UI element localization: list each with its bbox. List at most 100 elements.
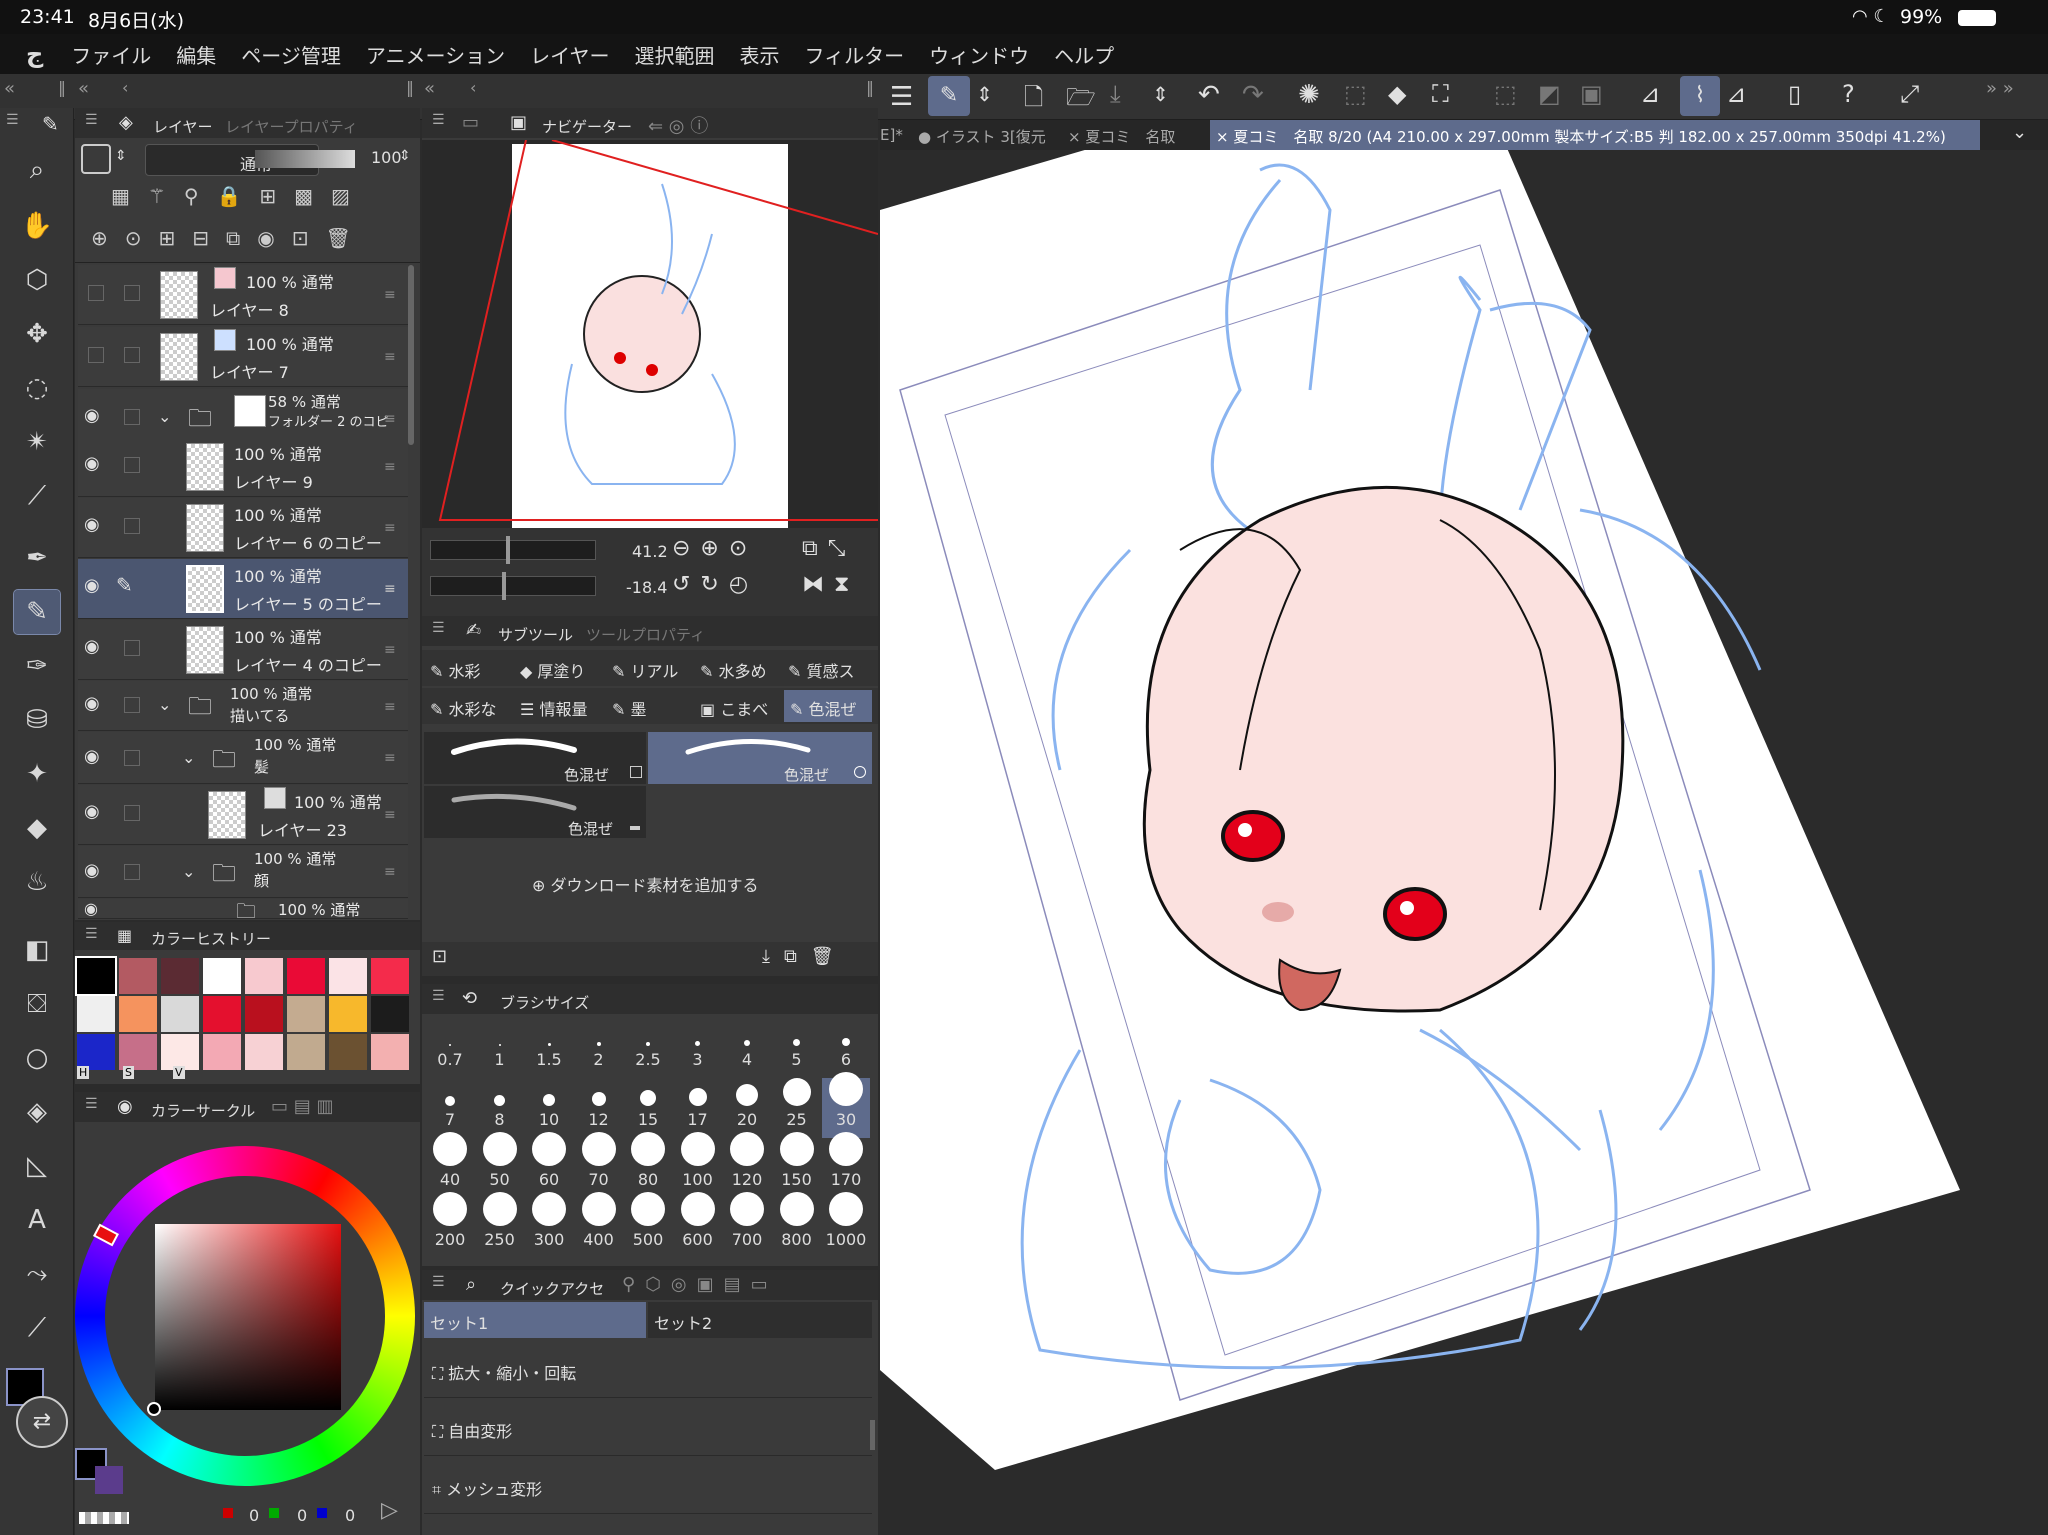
drag-handle-icon[interactable]: ≡: [384, 349, 396, 365]
brush-icon[interactable]: ✑: [14, 644, 60, 688]
color-swatch[interactable]: [287, 1034, 325, 1070]
eyedropper-icon[interactable]: ⟋: [14, 474, 60, 518]
layer-lock-toolbar[interactable]: ▦⚚⚲🔒⊞▩▨: [111, 184, 368, 208]
qa-item-mesh-transform[interactable]: ⌗ メッシュ変形: [424, 1458, 872, 1514]
color-swatch[interactable]: [329, 1034, 367, 1070]
doc-tab-partial[interactable]: E]*: [880, 126, 903, 144]
drag-handle-icon[interactable]: ≡: [384, 642, 396, 658]
tab-subtool[interactable]: サブツール: [498, 624, 573, 645]
fill-bucket-icon[interactable]: ◈: [14, 1090, 60, 1134]
invert-selection-icon[interactable]: ◩: [1538, 80, 1561, 108]
brush-size-option[interactable]: 7: [426, 1078, 474, 1138]
decoration-icon[interactable]: ✦: [14, 752, 60, 796]
lock-checkbox[interactable]: [124, 697, 140, 713]
canvas-tab-icon[interactable]: ▭: [462, 112, 479, 133]
brush-snap-icon[interactable]: ⌇: [1680, 76, 1720, 116]
updown-icon[interactable]: ⇕: [976, 82, 993, 106]
folder-row[interactable]: ◉ ⌄ 🗀 100 % 通常 顔 ≡: [78, 846, 408, 898]
collapse-right-icon[interactable]: » »: [1986, 78, 2014, 99]
subtool-settings-icon[interactable]: ⊡: [432, 946, 447, 967]
lock-checkbox[interactable]: [124, 457, 140, 473]
color-swatch[interactable]: [245, 958, 283, 994]
chevron-down-icon[interactable]: ⌄: [182, 748, 195, 767]
subtool-watercolor[interactable]: ✎ 水彩: [430, 658, 481, 682]
subtool-texture[interactable]: ✎ 質感ス: [788, 658, 855, 682]
tab-layer[interactable]: レイヤー: [153, 116, 213, 137]
clear-selection-icon[interactable]: ⬚: [1344, 80, 1367, 108]
tab-layer-property[interactable]: レイヤープロパティ: [225, 116, 358, 137]
subtool-komabe[interactable]: ▣ こまべ: [700, 696, 768, 720]
brush-size-option[interactable]: 30: [822, 1072, 870, 1138]
collapse-icon[interactable]: «: [78, 78, 89, 99]
frame-icon[interactable]: ⛋: [14, 982, 60, 1026]
updown-icon[interactable]: ⇕: [399, 148, 411, 164]
brush-size-option[interactable]: 1000: [822, 1192, 870, 1258]
device-icon[interactable]: ▯: [1788, 80, 1801, 108]
menu-page[interactable]: ページ管理: [241, 40, 341, 69]
brush-size-option[interactable]: 700: [723, 1192, 771, 1258]
drag-handle-icon[interactable]: ≡: [384, 287, 396, 303]
opacity-value[interactable]: 100: [371, 148, 402, 167]
brush-size-option[interactable]: 5: [773, 1018, 821, 1078]
eraser-icon[interactable]: ◆: [14, 806, 60, 850]
brush-size-option[interactable]: 3: [674, 1018, 722, 1078]
rotate-slider-thumb[interactable]: [502, 572, 506, 600]
rotate-buttons[interactable]: ↺↻◴: [672, 572, 758, 597]
updown-icon[interactable]: ⇕: [115, 148, 127, 164]
drag-handle-icon[interactable]: ≡: [384, 699, 396, 715]
color-swatch[interactable]: [119, 996, 157, 1032]
panel-menu-icon[interactable]: ☰: [432, 112, 445, 128]
color-swatch[interactable]: [161, 1034, 199, 1070]
eye-icon[interactable]: ◉: [84, 860, 100, 881]
menu-edit[interactable]: 編集: [176, 40, 216, 69]
brush-size-option[interactable]: 1.5: [525, 1018, 573, 1078]
color-swatch[interactable]: [75, 956, 117, 996]
app-logo-icon[interactable]: ج: [26, 40, 43, 68]
rotate-slider[interactable]: [430, 576, 596, 596]
edit-mode-icon[interactable]: ✎: [928, 76, 970, 116]
eye-icon[interactable]: ◉: [84, 746, 100, 767]
layer-row[interactable]: 100 % 通常 レイヤー 8 ≡: [78, 265, 408, 325]
collapse-icon[interactable]: «: [424, 78, 435, 99]
tab-set1[interactable]: セット1: [424, 1302, 646, 1338]
brush-item[interactable]: 色混ぜ: [424, 786, 646, 838]
layer-row[interactable]: ◉ 100 % 通常 レイヤー 23 ≡: [78, 785, 408, 845]
lock-checkbox[interactable]: [124, 864, 140, 880]
brush-size-option[interactable]: 4: [723, 1018, 771, 1078]
subtool-blend-selected[interactable]: ✎ 色混ぜ: [784, 690, 872, 722]
doc-tab-active[interactable]: × 夏コミ 名取 8/20 (A4 210.00 x 297.00mm 製本サイ…: [1210, 120, 1980, 150]
panel-menu-icon[interactable]: ☰: [6, 112, 19, 128]
visibility-checkbox[interactable]: [88, 285, 104, 301]
visibility-checkbox[interactable]: [88, 347, 104, 363]
eye-icon[interactable]: ◉: [84, 575, 100, 596]
brush-size-option[interactable]: 60: [525, 1132, 573, 1198]
lock-checkbox[interactable]: [124, 285, 140, 301]
color-swatch[interactable]: [329, 958, 367, 994]
magic-wand-icon[interactable]: ✴: [14, 420, 60, 464]
brush-size-option[interactable]: 170: [822, 1132, 870, 1198]
color-swatch[interactable]: [287, 996, 325, 1032]
brush-size-option[interactable]: 12: [575, 1078, 623, 1138]
eye-icon[interactable]: ◉: [84, 899, 98, 918]
canvas-area[interactable]: [880, 150, 1980, 1535]
object-select-icon[interactable]: ⬡: [14, 258, 60, 302]
fill-icon[interactable]: ◆: [1388, 80, 1406, 108]
subtool-wet[interactable]: ✎ 水多め: [700, 658, 767, 682]
divider-handle-icon[interactable]: ‖: [406, 78, 414, 97]
layer-row[interactable]: ◉ 100 % 通常 レイヤー 9 ≡: [78, 437, 408, 497]
move-icon[interactable]: ✥: [14, 312, 60, 356]
lock-checkbox[interactable]: [124, 640, 140, 656]
pen-tab-icon[interactable]: ✎: [42, 112, 59, 136]
eye-icon[interactable]: ◉: [84, 801, 100, 822]
pencil-icon[interactable]: ✎: [13, 589, 61, 635]
subtool-ink[interactable]: ✎ 墨: [612, 696, 647, 720]
chevron-left-icon[interactable]: ‹: [470, 78, 476, 97]
eye-icon[interactable]: ◉: [84, 636, 100, 657]
brush-size-option[interactable]: 800: [773, 1192, 821, 1258]
color-swatch[interactable]: [245, 996, 283, 1032]
color-swatch[interactable]: [119, 1034, 157, 1070]
subtool-info[interactable]: ☰ 情報量: [520, 696, 587, 720]
eye-icon[interactable]: ◉: [84, 693, 100, 714]
brush-size-option[interactable]: 200: [426, 1192, 474, 1258]
blend-icon[interactable]: ♨: [14, 860, 60, 904]
